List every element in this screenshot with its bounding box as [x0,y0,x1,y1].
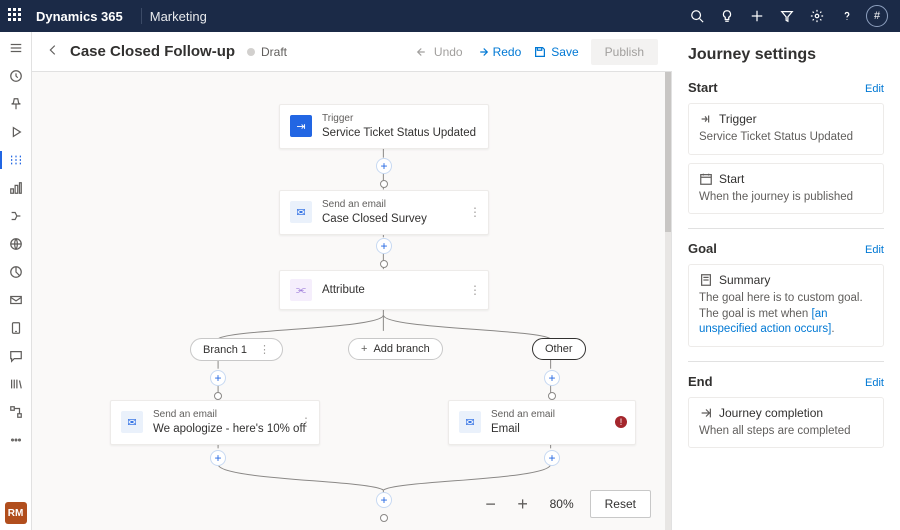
gear-icon[interactable] [802,0,832,32]
redo-button[interactable]: Redo [475,45,522,59]
node-more-icon[interactable]: ⋮ [300,415,313,429]
rail-pin-icon[interactable] [0,92,32,116]
user-avatar[interactable]: # [862,0,892,32]
add-step-button[interactable]: + [544,450,560,466]
rail-segment-icon[interactable] [0,260,32,284]
section-end-heading: End [688,374,713,389]
add-step-button[interactable]: + [210,450,226,466]
pill-more-icon[interactable]: ⋮ [259,343,270,356]
rail-play-icon[interactable] [0,120,32,144]
goal-summary-body: The goal here is to custom goal. The goa… [699,291,873,338]
edit-end-link[interactable]: Edit [865,377,884,389]
rail-chat-icon[interactable] [0,344,32,368]
status-badge: Draft [247,45,287,59]
help-icon[interactable] [832,0,862,32]
scrollbar[interactable] [665,72,671,530]
app-launcher-icon[interactable] [8,8,24,24]
node-trigger[interactable]: ⇥ TriggerService Ticket Status Updated [279,104,489,149]
zoom-controls: − + 80% Reset [480,490,651,518]
add-step-button[interactable]: + [376,492,392,508]
rail-device-icon[interactable] [0,316,32,340]
section-goal-heading: Goal [688,241,717,256]
add-step-button[interactable]: + [376,238,392,254]
global-navbar: Dynamics 365 Marketing # [0,0,900,32]
settings-panel: Journey settings Start Edit Trigger Servi… [672,32,900,530]
error-badge-icon[interactable]: ! [615,416,627,428]
rail-mail-icon[interactable] [0,288,32,312]
node-email-other[interactable]: ✉ Send an emailEmail ! [448,400,636,445]
zoom-reset-button[interactable]: Reset [590,490,651,518]
area-label[interactable]: Marketing [150,9,207,24]
zoom-in-button[interactable]: + [512,493,534,515]
add-step-button[interactable]: + [376,158,392,174]
card-trigger[interactable]: Trigger Service Ticket Status Updated [688,103,884,155]
node-attribute[interactable]: ⫘ Attribute ⋮ [279,270,489,310]
rail-flow-icon[interactable] [0,204,32,228]
rail-menu-icon[interactable] [0,36,32,60]
rail-recent-icon[interactable] [0,64,32,88]
email-icon: ✉ [290,201,312,223]
node-more-icon[interactable]: ⋮ [469,205,482,219]
rail-journey-icon[interactable] [0,148,32,172]
section-start-heading: Start [688,80,718,95]
undo-button[interactable]: Undo [416,45,463,59]
page-title: Case Closed Follow-up [70,43,235,60]
brand-label: Dynamics 365 [36,9,123,24]
node-email-apology[interactable]: ✉ Send an emailWe apologize - here's 10%… [110,400,320,445]
journey-canvas[interactable]: ⇥ TriggerService Ticket Status Updated +… [32,72,672,530]
zoom-out-button[interactable]: − [480,493,502,515]
edit-goal-link[interactable]: Edit [865,244,884,256]
rail-library-icon[interactable] [0,372,32,396]
attribute-icon: ⫘ [290,279,312,301]
node-email-survey[interactable]: ✉ Send an emailCase Closed Survey ⋮ [279,190,489,235]
connector-dot [548,392,556,400]
rail-user-badge[interactable]: RM [5,502,27,524]
card-journey-completion[interactable]: Journey completion When all steps are co… [688,397,884,449]
node-more-icon[interactable]: ⋮ [469,283,482,297]
lightbulb-icon[interactable] [712,0,742,32]
rail-analytics-icon[interactable] [0,176,32,200]
card-goal-summary[interactable]: Summary The goal here is to custom goal.… [688,264,884,347]
rail-process-icon[interactable] [0,400,32,424]
panel-title: Journey settings [688,46,884,64]
branch-pill-other[interactable]: Other [532,338,586,360]
connector-dot [214,392,222,400]
publish-button[interactable]: Publish [591,39,658,65]
zoom-value: 80% [544,497,580,511]
back-button[interactable] [46,43,60,60]
connector-dot [380,514,388,522]
rail-more-icon[interactable] [0,428,32,452]
divider [141,8,142,24]
trigger-icon: ⇥ [290,115,312,137]
left-rail: RM [0,32,32,530]
add-step-button[interactable]: + [544,370,560,386]
add-step-button[interactable]: + [210,370,226,386]
email-icon: ✉ [459,411,481,433]
save-button[interactable]: Save [533,45,578,59]
add-icon[interactable] [742,0,772,32]
branch-pill-branch1[interactable]: Branch 1⋮ [190,338,283,361]
add-branch-button[interactable]: +Add branch [348,338,443,360]
filter-icon[interactable] [772,0,802,32]
connector-dot [380,180,388,188]
rail-globe-icon[interactable] [0,232,32,256]
connector-dot [380,260,388,268]
email-icon: ✉ [121,411,143,433]
edit-start-link[interactable]: Edit [865,83,884,95]
search-icon[interactable] [682,0,712,32]
command-bar: Case Closed Follow-up Draft Undo Redo Sa… [32,32,672,72]
card-start[interactable]: Start When the journey is published [688,163,884,215]
